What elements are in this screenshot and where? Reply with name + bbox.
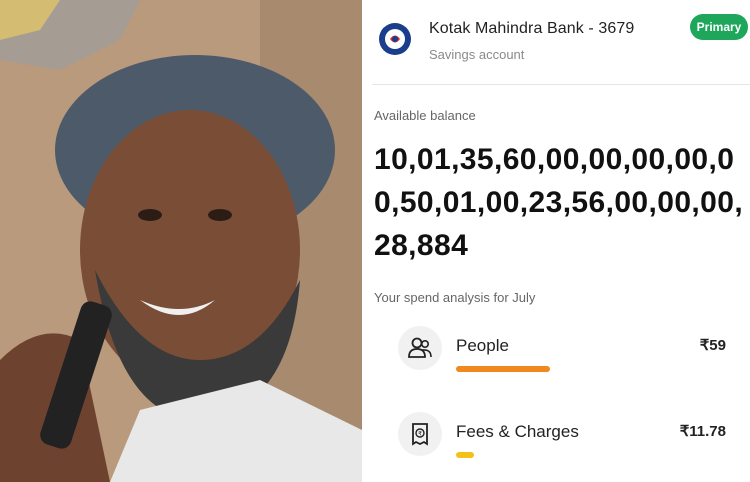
- balance-value: 10,01,35,60,00,00,00,00,00,50,01,00,23,5…: [374, 143, 744, 262]
- spend-item-people[interactable]: People ₹59: [362, 324, 750, 388]
- spend-progress-bar: [456, 366, 550, 372]
- account-type: Savings account: [429, 47, 525, 62]
- bank-app-screen: Kotak Mahindra Bank - 3679 Savings accou…: [362, 0, 750, 482]
- spend-item-fees[interactable]: ₹ Fees & Charges ₹11.78: [362, 410, 750, 474]
- balance-label: Available balance: [374, 108, 476, 123]
- primary-badge: Primary: [690, 14, 748, 40]
- account-header[interactable]: Kotak Mahindra Bank - 3679 Savings accou…: [362, 0, 750, 82]
- receipt-icon: ₹: [398, 412, 442, 456]
- spend-analysis-label: Your spend analysis for July: [374, 290, 536, 305]
- photo-illustration: [0, 0, 362, 482]
- svg-text:₹: ₹: [418, 431, 422, 438]
- kotak-logo-icon: [378, 22, 412, 56]
- spend-item-label: People: [456, 336, 509, 355]
- spend-progress-bar: [456, 452, 474, 458]
- people-icon: [398, 326, 442, 370]
- spend-amount: ₹11.78: [679, 423, 726, 440]
- spend-amount: ₹59: [699, 337, 726, 354]
- photo-man-on-phone: [0, 0, 362, 482]
- bank-account-name: Kotak Mahindra Bank - 3679: [429, 20, 635, 37]
- header-divider: [372, 84, 750, 85]
- spend-item-label: Fees & Charges: [456, 422, 579, 441]
